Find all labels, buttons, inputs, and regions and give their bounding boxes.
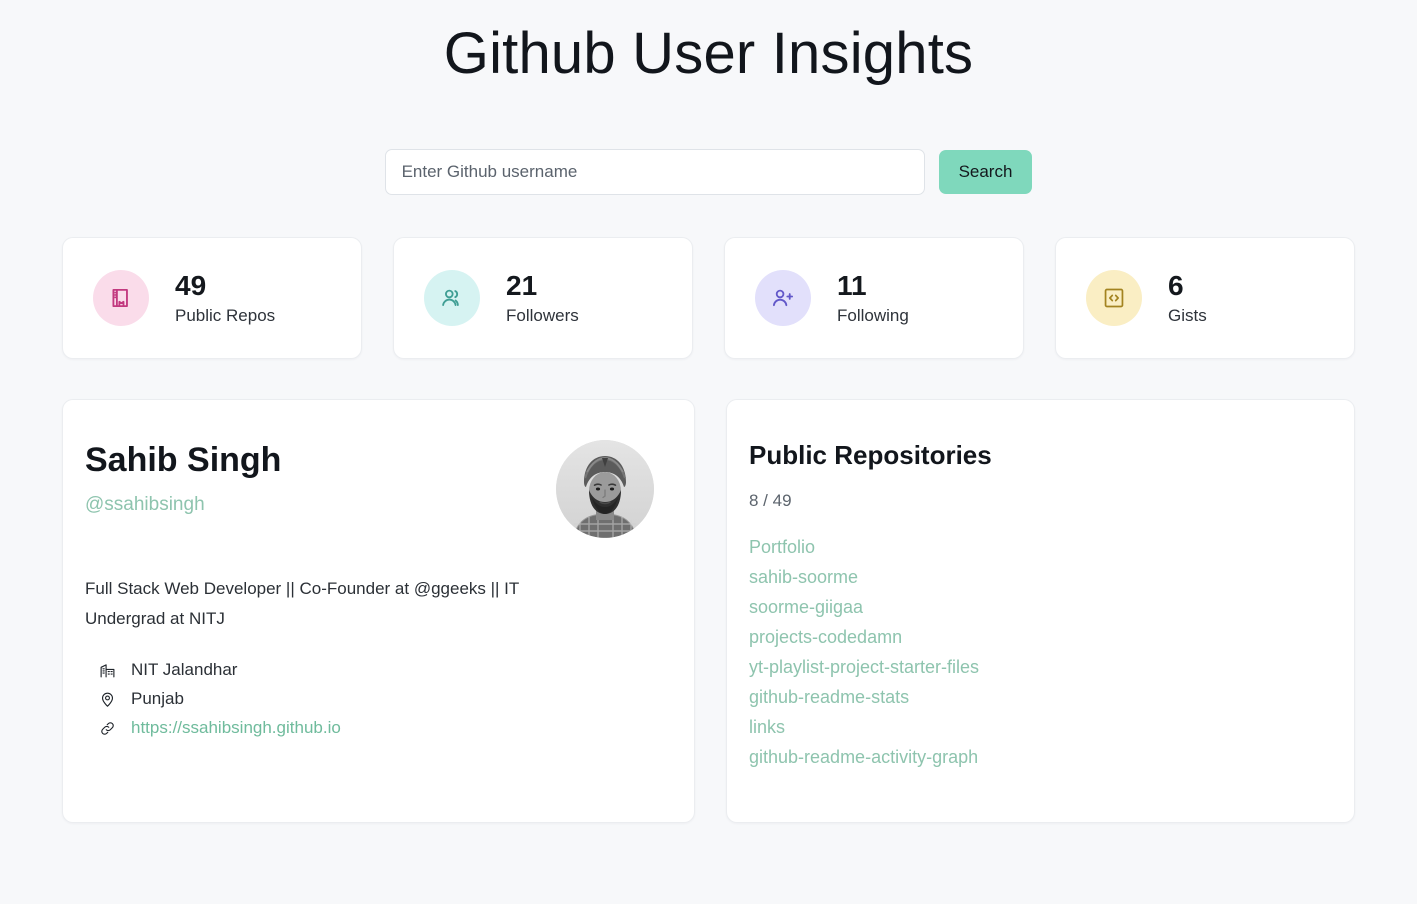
- profile-details: NIT Jalandhar Punjab https://ssahibsingh…: [83, 660, 658, 738]
- profile-name: Sahib Singh: [85, 440, 282, 479]
- stat-text: 21 Followers: [506, 269, 579, 325]
- profile-handle: @ssahibsingh: [85, 494, 205, 516]
- stat-card-public-repos: 49 Public Repos: [62, 236, 362, 359]
- list-item: github-readme-stats: [749, 687, 1324, 709]
- list-item: github-readme-activity-graph: [749, 747, 1324, 769]
- repository-link[interactable]: projects-codedamn: [749, 627, 902, 649]
- detail-row-company: NIT Jalandhar: [97, 660, 658, 680]
- link-icon: [97, 718, 117, 738]
- stat-label: Following: [837, 305, 909, 325]
- repositories-count: 8 / 49: [749, 491, 792, 511]
- list-item: Portfolio: [749, 537, 1324, 559]
- profile-header: Sahib Singh @ssahibsingh: [83, 439, 658, 538]
- stat-value: 6: [1168, 269, 1184, 301]
- repository-link[interactable]: yt-playlist-project-starter-files: [749, 657, 979, 679]
- stats-row: 49 Public Repos 21 Followers 11 Followin…: [0, 236, 1417, 359]
- list-item: sahib-soorme: [749, 567, 1324, 589]
- list-item: soorme-giigaa: [749, 597, 1324, 619]
- detail-row-blog: https://ssahibsingh.github.io: [97, 718, 658, 738]
- list-item: links: [749, 717, 1324, 739]
- search-bar: Search: [0, 148, 1417, 195]
- profile-identity: Sahib Singh @ssahibsingh: [83, 440, 281, 516]
- stat-label: Gists: [1168, 305, 1207, 325]
- repository-link[interactable]: soorme-giigaa: [749, 597, 863, 619]
- stat-value: 21: [506, 269, 538, 301]
- detail-text: Punjab: [131, 689, 184, 709]
- detail-text: NIT Jalandhar: [131, 660, 238, 680]
- repository-link[interactable]: github-readme-activity-graph: [749, 747, 978, 769]
- panels-row: Sahib Singh @ssahibsingh Full Stack Web …: [0, 398, 1417, 823]
- repository-link[interactable]: Portfolio: [749, 537, 815, 559]
- stat-value: 11: [837, 269, 867, 301]
- building-icon: [97, 660, 117, 680]
- search-input[interactable]: [384, 148, 925, 195]
- stat-value: 49: [175, 269, 207, 301]
- search-button[interactable]: Search: [938, 149, 1033, 194]
- repositories-card: Public Repositories 8 / 49 Portfolio sah…: [726, 398, 1355, 823]
- app-root: Github User Insights Search 49 Public Re…: [0, 0, 1417, 904]
- stat-label: Public Repos: [175, 305, 276, 325]
- stat-text: 49 Public Repos: [175, 269, 276, 325]
- stat-card-following: 11 Following: [724, 236, 1024, 359]
- profile-card: Sahib Singh @ssahibsingh Full Stack Web …: [62, 398, 695, 823]
- stat-card-followers: 21 Followers: [393, 236, 693, 359]
- list-item: yt-playlist-project-starter-files: [749, 657, 1324, 679]
- stat-card-gists: 6 Gists: [1055, 236, 1355, 359]
- avatar: [556, 439, 654, 538]
- repository-link[interactable]: github-readme-stats: [749, 687, 909, 709]
- stat-label: Followers: [506, 305, 579, 325]
- repository-list: Portfolio sahib-soorme soorme-giigaa pro…: [749, 537, 1324, 769]
- user-plus-icon: [755, 269, 811, 326]
- code-brackets-icon: [1086, 269, 1142, 326]
- users-icon: [424, 269, 480, 326]
- repository-link[interactable]: sahib-soorme: [749, 567, 858, 589]
- stat-text: 6 Gists: [1168, 269, 1207, 325]
- detail-row-location: Punjab: [97, 689, 658, 709]
- repo-book-icon: [93, 269, 149, 326]
- map-pin-icon: [97, 689, 117, 709]
- repository-link[interactable]: links: [749, 717, 785, 739]
- profile-bio: Full Stack Web Developer || Co-Founder a…: [85, 578, 519, 629]
- page-title: Github User Insights: [443, 21, 974, 86]
- list-item: projects-codedamn: [749, 627, 1324, 649]
- stat-text: 11 Following: [837, 269, 909, 325]
- blog-link[interactable]: https://ssahibsingh.github.io: [131, 718, 341, 738]
- repositories-title: Public Repositories: [749, 439, 992, 470]
